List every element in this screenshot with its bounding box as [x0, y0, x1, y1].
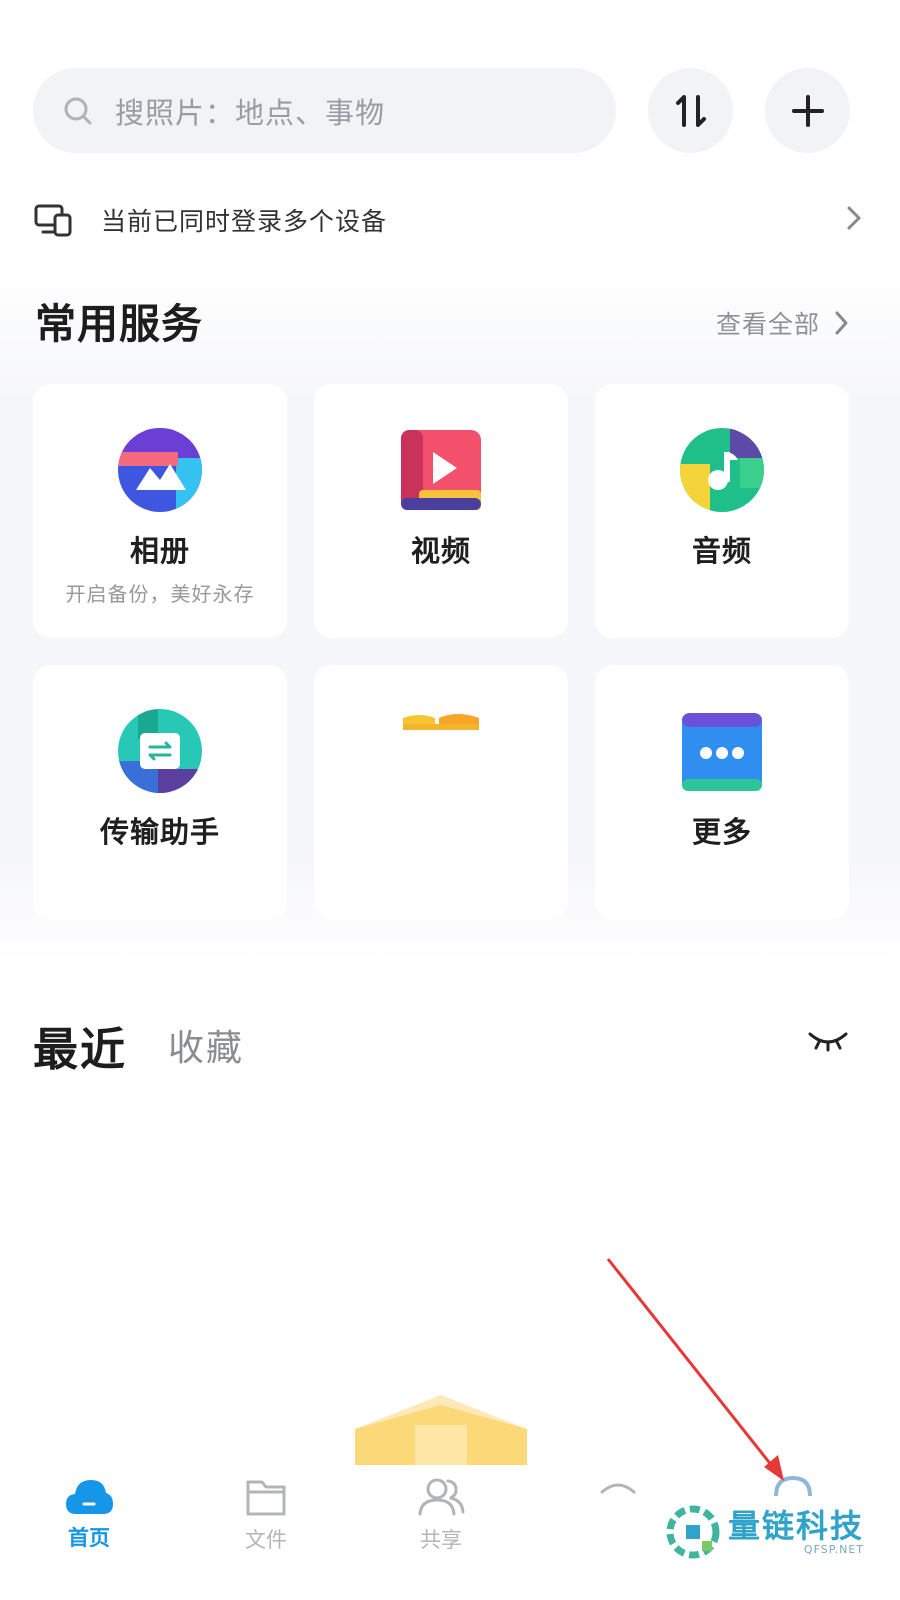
- transfer-button[interactable]: [648, 68, 733, 153]
- nav-home-label: 首页: [68, 1526, 110, 1550]
- folder-icon: [246, 1480, 286, 1516]
- service-card-album[interactable]: 相册 开启备份，美好永存: [33, 384, 287, 638]
- card-label: 视频: [410, 534, 471, 568]
- more-icon: [682, 713, 762, 791]
- hide-eye-icon[interactable]: [807, 1028, 849, 1052]
- loading-card-icon: [403, 714, 479, 730]
- search-icon: [64, 97, 92, 124]
- cloud-home-icon: [66, 1480, 113, 1514]
- search-input[interactable]: 搜照片：地点、事物: [115, 90, 385, 132]
- people-icon: [418, 1478, 465, 1516]
- service-card-loading[interactable]: [314, 665, 568, 919]
- watermark-text: 量链科技: [728, 1506, 865, 1545]
- card-label: 相册: [129, 534, 190, 568]
- multi-device-icon: [34, 204, 72, 237]
- transfer-assistant-icon: [118, 709, 202, 793]
- device-login-notice[interactable]: 当前已同时登录多个设备: [33, 190, 863, 250]
- device-notice-text: 当前已同时登录多个设备: [101, 207, 388, 236]
- watermark: 量链科技 QFSP.NET: [664, 1503, 864, 1561]
- nav-files-label: 文件: [245, 1528, 287, 1552]
- album-icon: [118, 428, 202, 512]
- nav-share[interactable]: 共享: [381, 1476, 501, 1554]
- services-title: 常用服务: [35, 300, 203, 348]
- video-icon: [401, 430, 481, 510]
- service-card-audio[interactable]: 音频: [595, 384, 849, 638]
- view-all-label: 查看全部: [716, 310, 821, 339]
- card-label: 传输助手: [99, 815, 220, 849]
- sort-transfer-icon: [675, 94, 706, 127]
- tab-recent[interactable]: 最近: [33, 1013, 127, 1078]
- tab-favorites[interactable]: 收藏: [168, 1019, 244, 1071]
- service-card-more[interactable]: 更多: [595, 665, 849, 919]
- plus-icon: [791, 94, 824, 127]
- empty-box-illustration: [355, 1395, 527, 1465]
- service-card-transfer-assistant[interactable]: 传输助手: [33, 665, 287, 919]
- search-bar[interactable]: 搜照片：地点、事物: [33, 68, 616, 153]
- audio-icon: [680, 428, 764, 512]
- watermark-logo-icon: [666, 1505, 720, 1559]
- service-card-video[interactable]: 视频: [314, 384, 568, 638]
- card-label: 音频: [691, 534, 752, 568]
- view-all-link[interactable]: 查看全部: [716, 305, 850, 341]
- nav-share-label: 共享: [420, 1528, 462, 1552]
- annotation-arrow: [606, 1258, 784, 1481]
- add-button[interactable]: [765, 68, 850, 153]
- nav-files[interactable]: 文件: [206, 1476, 326, 1554]
- chevron-right-icon: [835, 311, 848, 335]
- card-label: 更多: [691, 815, 752, 849]
- card-subtitle: 开启备份，美好永存: [65, 582, 255, 606]
- nav-home[interactable]: 首页: [29, 1476, 149, 1552]
- chevron-right-icon: [847, 206, 861, 230]
